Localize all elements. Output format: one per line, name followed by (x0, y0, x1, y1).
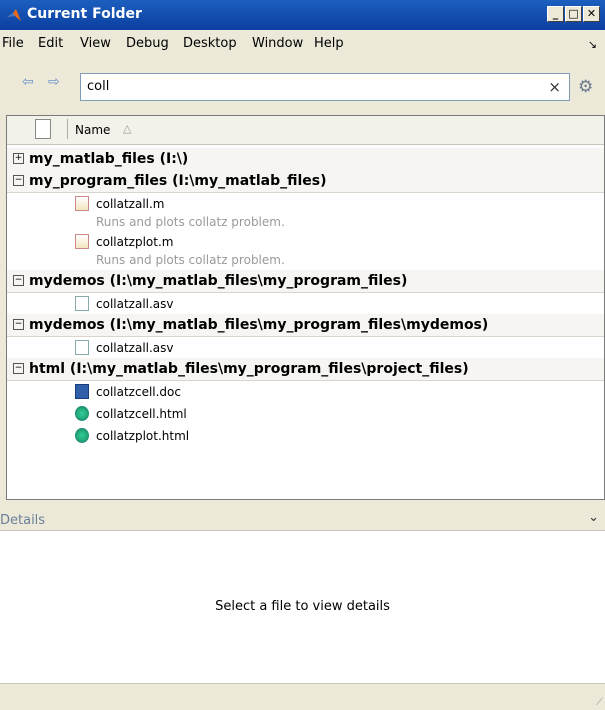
forward-arrow-icon[interactable]: ⇨ (48, 74, 60, 90)
file-name: collatzcell.doc (96, 385, 181, 399)
group-label: my_matlab_files (I:\) (29, 151, 189, 167)
minimize-button[interactable]: _ (547, 6, 564, 22)
m-file-icon (75, 196, 89, 211)
address-row: ⇦ ⇨ coll × ⚙ (0, 58, 605, 118)
title-bar: Current Folder _ □ ✕ (0, 0, 605, 30)
group-row[interactable]: + my_matlab_files (I:\) (7, 148, 604, 171)
file-row[interactable]: collatzall.m (7, 194, 604, 214)
file-name: collatzall.asv (96, 341, 174, 355)
details-message: Select a file to view details (215, 599, 390, 614)
m-file-icon (75, 234, 89, 249)
back-arrow-icon[interactable]: ⇦ (22, 74, 34, 90)
group-row[interactable]: − my_program_files (I:\my_matlab_files) (7, 170, 604, 193)
group-label: mydemos (I:\my_matlab_files\my_program_f… (29, 273, 408, 289)
file-row[interactable]: collatzall.asv (7, 294, 604, 314)
group-label: mydemos (I:\my_matlab_files\my_program_f… (29, 317, 489, 333)
group-row[interactable]: − mydemos (I:\my_matlab_files\my_program… (7, 314, 604, 337)
file-name: collatzall.m (96, 197, 165, 211)
collapse-icon[interactable]: − (13, 275, 24, 286)
file-description-text: Runs and plots collatz problem. (96, 253, 285, 267)
group-label: html (I:\my_matlab_files\my_program_file… (29, 361, 469, 377)
menu-file[interactable]: File (2, 36, 24, 51)
current-folder-window: Current Folder _ □ ✕ File Edit View Debu… (0, 0, 605, 710)
column-header: Name △ (7, 116, 604, 145)
resize-grip-icon[interactable]: ⟋ (596, 697, 603, 708)
file-row[interactable]: collatzplot.m (7, 232, 604, 252)
sort-ascending-icon: △ (123, 122, 132, 135)
asv-file-icon (75, 340, 89, 355)
matlab-logo-icon (7, 9, 21, 21)
file-name: collatzplot.m (96, 235, 174, 249)
file-type-column-icon[interactable] (35, 119, 51, 139)
group-row[interactable]: − mydemos (I:\my_matlab_files\my_program… (7, 270, 604, 293)
menu-help[interactable]: Help (314, 36, 344, 51)
details-label: Details (0, 513, 46, 528)
file-description: Runs and plots collatz problem. (7, 214, 604, 232)
gear-icon[interactable]: ⚙ (578, 77, 593, 97)
collapse-icon[interactable]: − (13, 175, 24, 186)
name-column-header[interactable]: Name (75, 123, 110, 137)
file-row[interactable]: collatzplot.html (7, 426, 604, 446)
doc-file-icon (75, 384, 89, 399)
collapse-icon[interactable]: − (13, 363, 24, 374)
column-separator (67, 119, 68, 139)
clear-search-icon[interactable]: × (548, 78, 561, 96)
file-row[interactable]: collatzall.asv (7, 338, 604, 358)
file-row[interactable]: collatzcell.html (7, 404, 604, 424)
group-label: my_program_files (I:\my_matlab_files) (29, 173, 327, 189)
html-file-icon (75, 406, 89, 421)
expand-icon[interactable]: + (13, 153, 24, 164)
maximize-button[interactable]: □ (565, 6, 582, 22)
menu-edit[interactable]: Edit (38, 36, 63, 51)
file-name: collatzplot.html (96, 429, 190, 443)
menu-window[interactable]: Window (252, 36, 303, 51)
search-input[interactable]: coll × (80, 73, 570, 101)
file-description: Runs and plots collatz problem. (7, 252, 604, 270)
window-title: Current Folder (27, 6, 142, 22)
file-row[interactable]: collatzcell.doc (7, 382, 604, 402)
asv-file-icon (75, 296, 89, 311)
menu-view[interactable]: View (80, 36, 111, 51)
search-input-value: coll (87, 79, 110, 94)
file-name: collatzcell.html (96, 407, 187, 421)
chevron-down-icon[interactable]: ⌄ (588, 510, 599, 525)
details-bar[interactable]: Details ⌄ (0, 505, 605, 529)
menu-desktop[interactable]: Desktop (183, 36, 237, 51)
group-row[interactable]: − html (I:\my_matlab_files\my_program_fi… (7, 358, 604, 381)
html-file-icon (75, 428, 89, 443)
file-description-text: Runs and plots collatz problem. (96, 215, 285, 229)
undock-icon[interactable]: ↘ (588, 38, 597, 51)
details-pane: Select a file to view details (0, 530, 605, 684)
menu-bar: File Edit View Debug Desktop Window Help… (0, 30, 605, 58)
close-button[interactable]: ✕ (583, 6, 600, 22)
file-panel: Name △ + my_matlab_files (I:\) − my_prog… (6, 115, 605, 500)
menu-debug[interactable]: Debug (126, 36, 169, 51)
collapse-icon[interactable]: − (13, 319, 24, 330)
file-name: collatzall.asv (96, 297, 174, 311)
